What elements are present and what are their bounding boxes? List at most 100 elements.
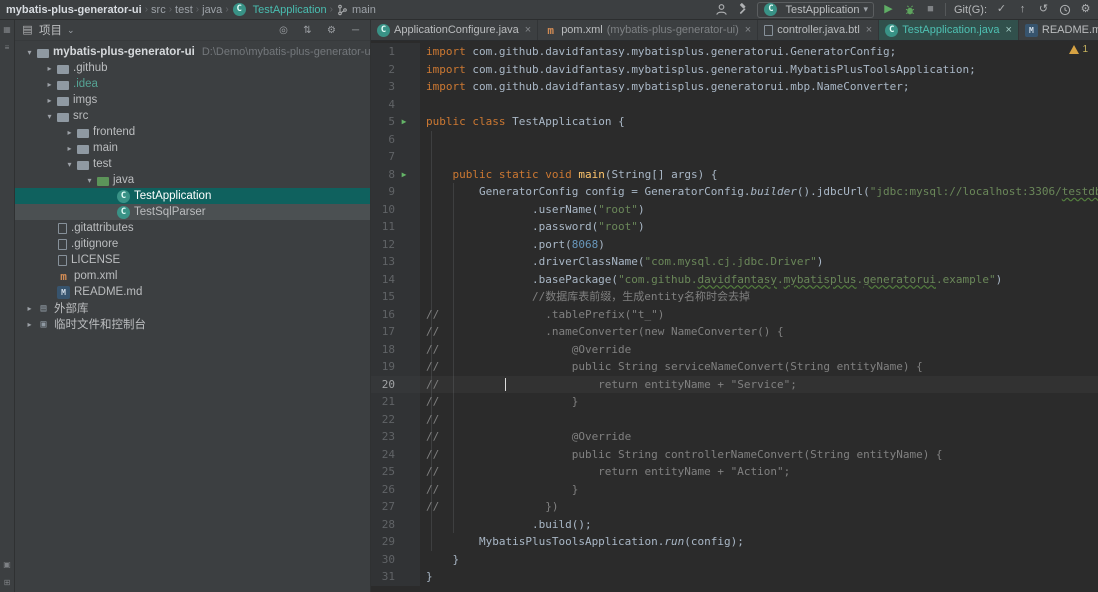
close-tab-icon[interactable]: × [525, 24, 531, 36]
gutter[interactable]: 25 [371, 463, 420, 481]
editor-tab[interactable]: MREADME.md× [1019, 20, 1098, 40]
tree-toggle-icon[interactable]: ▾ [23, 48, 36, 57]
gutter[interactable]: 18 [371, 340, 420, 358]
code-line[interactable]: 20 // return entityName + "Service"; [371, 375, 1098, 394]
code-line[interactable]: 22 // [371, 410, 1098, 429]
tree-toggle-icon[interactable]: ▸ [43, 80, 56, 89]
code-line[interactable]: 2 import com.github.davidfantasy.mybatisp… [371, 60, 1098, 79]
push-up-icon[interactable]: ↑ [1016, 3, 1029, 16]
gutter[interactable]: 17 [371, 323, 420, 341]
tree-toggle-icon[interactable]: ▾ [63, 160, 76, 169]
gutter[interactable]: 14 [371, 270, 420, 289]
breadcrumb-item[interactable]: main [336, 4, 376, 16]
line-number[interactable]: 1 [371, 43, 395, 61]
gutter[interactable]: 4 [371, 95, 420, 113]
line-number[interactable]: 15 [371, 288, 395, 306]
line-number[interactable]: 6 [371, 131, 395, 149]
stop-button[interactable]: ■ [924, 3, 937, 16]
gutter[interactable]: 20 [371, 375, 420, 394]
tree-row[interactable]: ▸ main [15, 140, 370, 156]
line-number[interactable]: 2 [371, 61, 395, 79]
structure-stripe-icon[interactable]: ≡ [1, 43, 14, 52]
close-tab-icon[interactable]: × [1005, 24, 1011, 36]
code-line[interactable]: 11 .password("root") [371, 218, 1098, 236]
code-line[interactable]: 27 // }) [371, 498, 1098, 516]
line-number[interactable]: 30 [371, 551, 395, 569]
run-gutter-icon[interactable]: ▶ [395, 166, 413, 184]
panel-menu-icon[interactable]: ▤ [21, 24, 34, 37]
line-number[interactable]: 20 [371, 376, 395, 394]
line-number[interactable]: 27 [371, 498, 395, 516]
code-line[interactable]: 21 // } [371, 393, 1098, 411]
tree-row[interactable]: m pom.xml [15, 268, 370, 284]
editor-tab[interactable]: m pom.xml (mybatis-plus-generator-ui) × [538, 20, 759, 40]
gutter[interactable]: 24 [371, 445, 420, 463]
gutter[interactable]: 2 [371, 60, 420, 79]
line-number[interactable]: 16 [371, 306, 395, 324]
gutter[interactable]: 15 [371, 288, 420, 306]
gutter[interactable]: 30 [371, 550, 420, 569]
commit-check-icon[interactable]: ✓ [995, 3, 1008, 16]
locate-icon[interactable]: ◎ [277, 24, 290, 37]
tree-row[interactable]: ▸ .github [15, 60, 370, 76]
code-line[interactable]: 17 // .nameConverter(new NameConverter() … [371, 323, 1098, 341]
code-line[interactable]: 10 .userName("root") [371, 200, 1098, 218]
inspections-widget[interactable]: 1 [1069, 44, 1088, 55]
line-number[interactable]: 19 [371, 358, 395, 376]
code-line[interactable]: 9 GeneratorConfig config = GeneratorConf… [371, 183, 1098, 201]
editor-tab[interactable]: C ApplicationConfigure.java × [371, 20, 539, 40]
line-number[interactable]: 22 [371, 411, 395, 429]
code-line[interactable]: 30 } [371, 550, 1098, 569]
tree-toggle-icon[interactable]: ▸ [63, 128, 76, 137]
editor[interactable]: 1 import com.github.davidfantasy.mybatisp… [371, 41, 1098, 592]
gutter[interactable]: 22 [371, 410, 420, 429]
tree-row[interactable]: LICENSE [15, 252, 370, 268]
line-number[interactable]: 14 [371, 271, 395, 289]
code-line[interactable]: 19 // public String serviceNameConvert(St… [371, 358, 1098, 376]
code-line[interactable]: 8 ▶ public static void main(String[] args… [371, 165, 1098, 184]
line-number[interactable]: 12 [371, 236, 395, 254]
code-line[interactable]: 1 import com.github.davidfantasy.mybatisp… [371, 43, 1098, 61]
run-config-select[interactable]: C TestApplication ▾ [757, 1, 874, 18]
line-number[interactable]: 8 [371, 166, 395, 184]
project-stripe-icon[interactable]: ▦ [1, 25, 14, 34]
tree-row[interactable]: ▾ java [15, 172, 370, 188]
tree-row[interactable]: C TestApplication [15, 188, 370, 204]
tree-row[interactable]: ▾ mybatis-plus-generator-ui D:\Demo\mybati… [15, 44, 370, 60]
tree-row[interactable]: ▸ imgs [15, 92, 370, 108]
gutter[interactable]: 12 [371, 235, 420, 254]
breadcrumb-item[interactable]: mybatis-plus-generator-ui [6, 4, 142, 16]
line-number[interactable]: 17 [371, 323, 395, 341]
editor-tab[interactable]: C TestApplication.java × [879, 20, 1019, 40]
gutter[interactable]: 5 ▶ [371, 113, 420, 131]
gutter[interactable]: 19 [371, 358, 420, 376]
gutter[interactable]: 13 [371, 253, 420, 271]
code-line[interactable]: 28 .build(); [371, 515, 1098, 533]
gutter[interactable]: 21 [371, 393, 420, 411]
tree-toggle-icon[interactable]: ▸ [43, 96, 56, 105]
breadcrumb-item[interactable]: java [202, 4, 222, 16]
run-gutter-icon[interactable]: ▶ [395, 113, 413, 131]
code-line[interactable]: 13 .driverClassName("com.mysql.cj.jdbc.D… [371, 253, 1098, 271]
history-icon[interactable] [1058, 4, 1071, 16]
code-line[interactable]: 29 MybatisPlusToolsApplication.run(confi… [371, 533, 1098, 551]
version-control-stripe-icon[interactable]: ▣ [1, 560, 14, 569]
line-number[interactable]: 26 [371, 481, 395, 499]
gutter[interactable]: 28 [371, 515, 420, 533]
user-icon[interactable] [715, 3, 728, 16]
line-number[interactable]: 9 [371, 183, 395, 201]
tree-row[interactable]: .gitignore [15, 236, 370, 252]
code-line[interactable]: 23 // @Override [371, 428, 1098, 446]
git-widget-label[interactable]: Git(G): [954, 4, 987, 16]
editor-tab[interactable]: controller.java.btl × [758, 20, 880, 40]
code-line[interactable]: 6 [371, 130, 1098, 149]
terminal-stripe-icon[interactable]: ⊞ [1, 578, 14, 587]
code-line[interactable]: 31} [371, 568, 1098, 586]
tree-toggle-icon[interactable]: ▸ [63, 144, 76, 153]
tree-row[interactable]: ▸ .idea [15, 76, 370, 92]
close-tab-icon[interactable]: × [745, 24, 751, 36]
settings-icon[interactable]: ⚙ [325, 24, 338, 37]
breadcrumb-item[interactable]: test [175, 4, 193, 16]
tree-row[interactable]: ▸ frontend [15, 124, 370, 140]
tree-toggle-icon[interactable]: ▾ [83, 176, 96, 185]
